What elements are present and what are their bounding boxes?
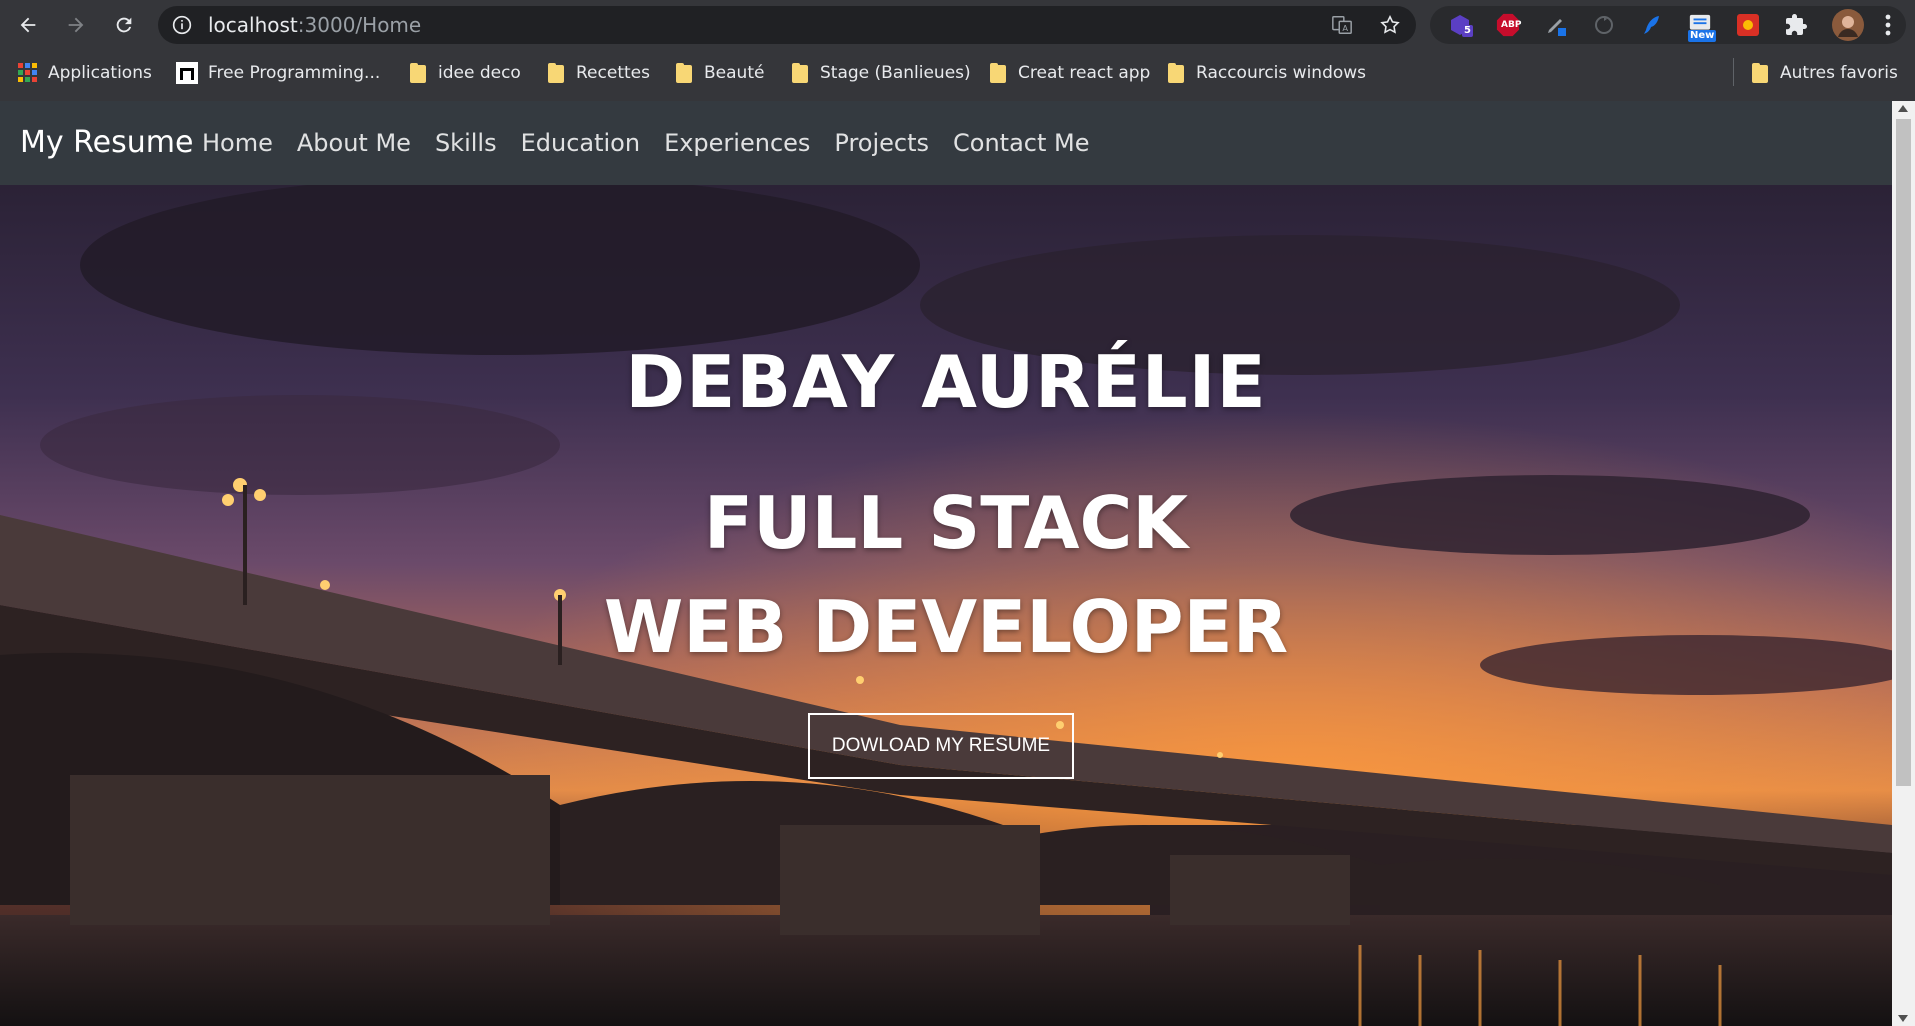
- bookmark-label: Stage (Banlieues): [820, 63, 971, 83]
- folder-icon: [1168, 63, 1186, 83]
- reload-icon: [116, 17, 132, 33]
- folder-icon: [676, 63, 694, 83]
- scroll-down-arrow-icon[interactable]: [1898, 1015, 1908, 1022]
- scroll-thumb[interactable]: [1896, 119, 1911, 786]
- folder-icon: [548, 63, 566, 83]
- bookmark-idee-deco[interactable]: idee deco: [410, 60, 521, 86]
- bookmark-recettes[interactable]: Recettes: [548, 60, 650, 86]
- site-brand[interactable]: My Resume: [20, 125, 193, 160]
- bookmark-label: Raccourcis windows: [1196, 63, 1367, 83]
- arrow-right-icon: [68, 17, 84, 33]
- bookmarks-divider: [1733, 58, 1734, 86]
- extension-count-badge: 5: [1462, 25, 1473, 37]
- url-path: :3000/Home: [297, 13, 422, 37]
- avatar-icon: [1832, 9, 1864, 41]
- extensions-menu-button[interactable]: [1784, 13, 1808, 37]
- scroll-up-arrow-icon[interactable]: [1898, 105, 1908, 112]
- back-button[interactable]: [12, 9, 44, 41]
- other-bookmarks[interactable]: Autres favoris: [1752, 60, 1898, 86]
- forward-button[interactable]: [60, 9, 92, 41]
- bookmark-applications[interactable]: Applications: [18, 60, 152, 86]
- url-host: localhost: [208, 13, 298, 37]
- bookmark-label: idee deco: [438, 63, 521, 83]
- extension-new[interactable]: New: [1688, 13, 1717, 42]
- hero-name: DEBAY AURÉLIE: [625, 340, 1267, 424]
- puzzle-icon: [1786, 14, 1807, 35]
- more-vertical-icon: [1885, 14, 1891, 36]
- apps-grid-icon: [18, 63, 37, 82]
- bookmark-label: Recettes: [576, 63, 650, 83]
- arrow-left-icon: [20, 17, 36, 33]
- web-page: My Resume Home About Me Skills Education…: [0, 101, 1892, 1026]
- extension-1[interactable]: 5: [1448, 13, 1473, 37]
- nav-link-contact-me[interactable]: Contact Me: [953, 129, 1089, 157]
- hero-role-line-2: WEB DEVELOPER: [603, 585, 1289, 669]
- sync-icon: [1595, 16, 1613, 34]
- hero-role-line-1: FULL STACK: [703, 481, 1189, 565]
- site-navbar: My Resume Home About Me Skills Education…: [0, 101, 1892, 186]
- feather-icon: [1644, 16, 1659, 34]
- browser-chrome: localhost:3000/Home A 5 ABP New Applicat…: [0, 0, 1915, 101]
- reload-button[interactable]: [108, 9, 140, 41]
- extensions-area: 5 ABP New: [1430, 6, 1906, 44]
- info-icon[interactable]: [172, 15, 192, 35]
- bookmark-creat-react-app[interactable]: Creat react app: [990, 60, 1150, 86]
- bookmark-label: Beauté: [704, 63, 765, 83]
- new-badge: New: [1688, 30, 1717, 42]
- vertical-scrollbar[interactable]: [1892, 101, 1915, 1026]
- address-bar[interactable]: localhost:3000/Home A: [158, 6, 1416, 44]
- folder-icon: [792, 63, 810, 83]
- browser-toolbar: localhost:3000/Home A 5 ABP New: [0, 0, 1915, 50]
- translate-button[interactable]: A: [1330, 13, 1354, 37]
- bookmark-label: Creat react app: [1018, 63, 1151, 83]
- nav-link-education[interactable]: Education: [521, 129, 640, 157]
- adblock-extension[interactable]: ABP: [1496, 13, 1522, 37]
- extension-feather[interactable]: [1640, 13, 1664, 37]
- star-icon: [1380, 14, 1400, 34]
- extension-flower[interactable]: [1736, 13, 1760, 37]
- bookmark-beaute[interactable]: Beauté: [676, 60, 764, 86]
- hero-section: DEBAY AURÉLIE FULL STACK WEB DEVELOPER D…: [0, 185, 1892, 1026]
- folder-icon: [410, 63, 428, 83]
- folder-icon: [1752, 63, 1770, 83]
- bookmark-star-button[interactable]: [1378, 13, 1402, 37]
- nav-link-experiences[interactable]: Experiences: [664, 129, 810, 157]
- download-resume-button[interactable]: DOWLOAD MY RESUME: [808, 713, 1074, 779]
- extension-pen[interactable]: [1544, 13, 1568, 37]
- folder-icon: [990, 63, 1008, 83]
- flower-icon: [1737, 14, 1759, 36]
- nav-links: Home About Me Skills Education Experienc…: [202, 129, 1090, 157]
- browser-menu-button[interactable]: [1876, 13, 1900, 37]
- other-bookmarks-label: Autres favoris: [1780, 63, 1898, 83]
- url-text[interactable]: localhost:3000/Home: [208, 13, 421, 37]
- bookmark-label: Applications: [48, 63, 152, 83]
- translate-icon: A: [1332, 16, 1352, 34]
- bookmark-raccourcis-windows[interactable]: Raccourcis windows: [1168, 60, 1366, 86]
- nav-link-home[interactable]: Home: [202, 129, 273, 157]
- extension-sync[interactable]: [1592, 13, 1616, 37]
- adblock-label: ABP: [1501, 20, 1522, 30]
- profile-avatar[interactable]: [1832, 9, 1864, 41]
- site-icon: [176, 62, 198, 84]
- bookmark-label: Free Programming...: [208, 63, 381, 83]
- bookmarks-bar: Applications Free Programming... idee de…: [0, 52, 1915, 94]
- nav-link-about-me[interactable]: About Me: [297, 129, 411, 157]
- nav-link-projects[interactable]: Projects: [834, 129, 929, 157]
- nav-link-skills[interactable]: Skills: [435, 129, 497, 157]
- svg-text:A: A: [1342, 23, 1348, 33]
- bookmark-free-programming[interactable]: Free Programming...: [176, 60, 380, 86]
- bookmark-stage[interactable]: Stage (Banlieues): [792, 60, 971, 86]
- pen-icon: [1548, 19, 1566, 36]
